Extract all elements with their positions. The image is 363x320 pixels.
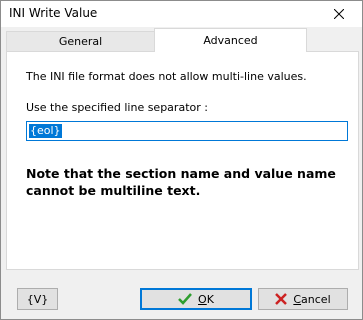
checkmark-icon xyxy=(178,293,192,305)
separator-label: Use the specified line separator : xyxy=(26,101,208,114)
ok-button[interactable]: OK xyxy=(140,288,252,310)
tab-general[interactable]: General xyxy=(6,31,155,51)
cancel-button-label: Cancel xyxy=(293,292,331,306)
line-separator-value: {eol} xyxy=(29,124,62,138)
variables-button[interactable]: {V} xyxy=(17,288,58,310)
dialog-window: INI Write Value General Advanced The INI… xyxy=(0,0,363,320)
cancel-x-icon xyxy=(275,293,288,305)
close-button[interactable] xyxy=(316,1,362,27)
variables-button-label: {V} xyxy=(26,292,49,306)
advanced-panel: The INI file format does not allow multi… xyxy=(6,51,359,270)
tab-general-label: General xyxy=(58,35,103,48)
ok-button-label: OK xyxy=(198,292,214,306)
note-text: Note that the section name and value nam… xyxy=(26,166,336,198)
tab-advanced[interactable]: Advanced xyxy=(154,28,307,52)
line-separator-input[interactable]: {eol} xyxy=(26,121,348,141)
cancel-button[interactable]: Cancel xyxy=(258,288,348,310)
close-icon xyxy=(334,9,344,19)
title-bar[interactable]: INI Write Value xyxy=(1,1,362,27)
tab-advanced-label: Advanced xyxy=(203,34,258,47)
info-text: The INI file format does not allow multi… xyxy=(26,70,307,83)
window-title: INI Write Value xyxy=(9,6,98,20)
